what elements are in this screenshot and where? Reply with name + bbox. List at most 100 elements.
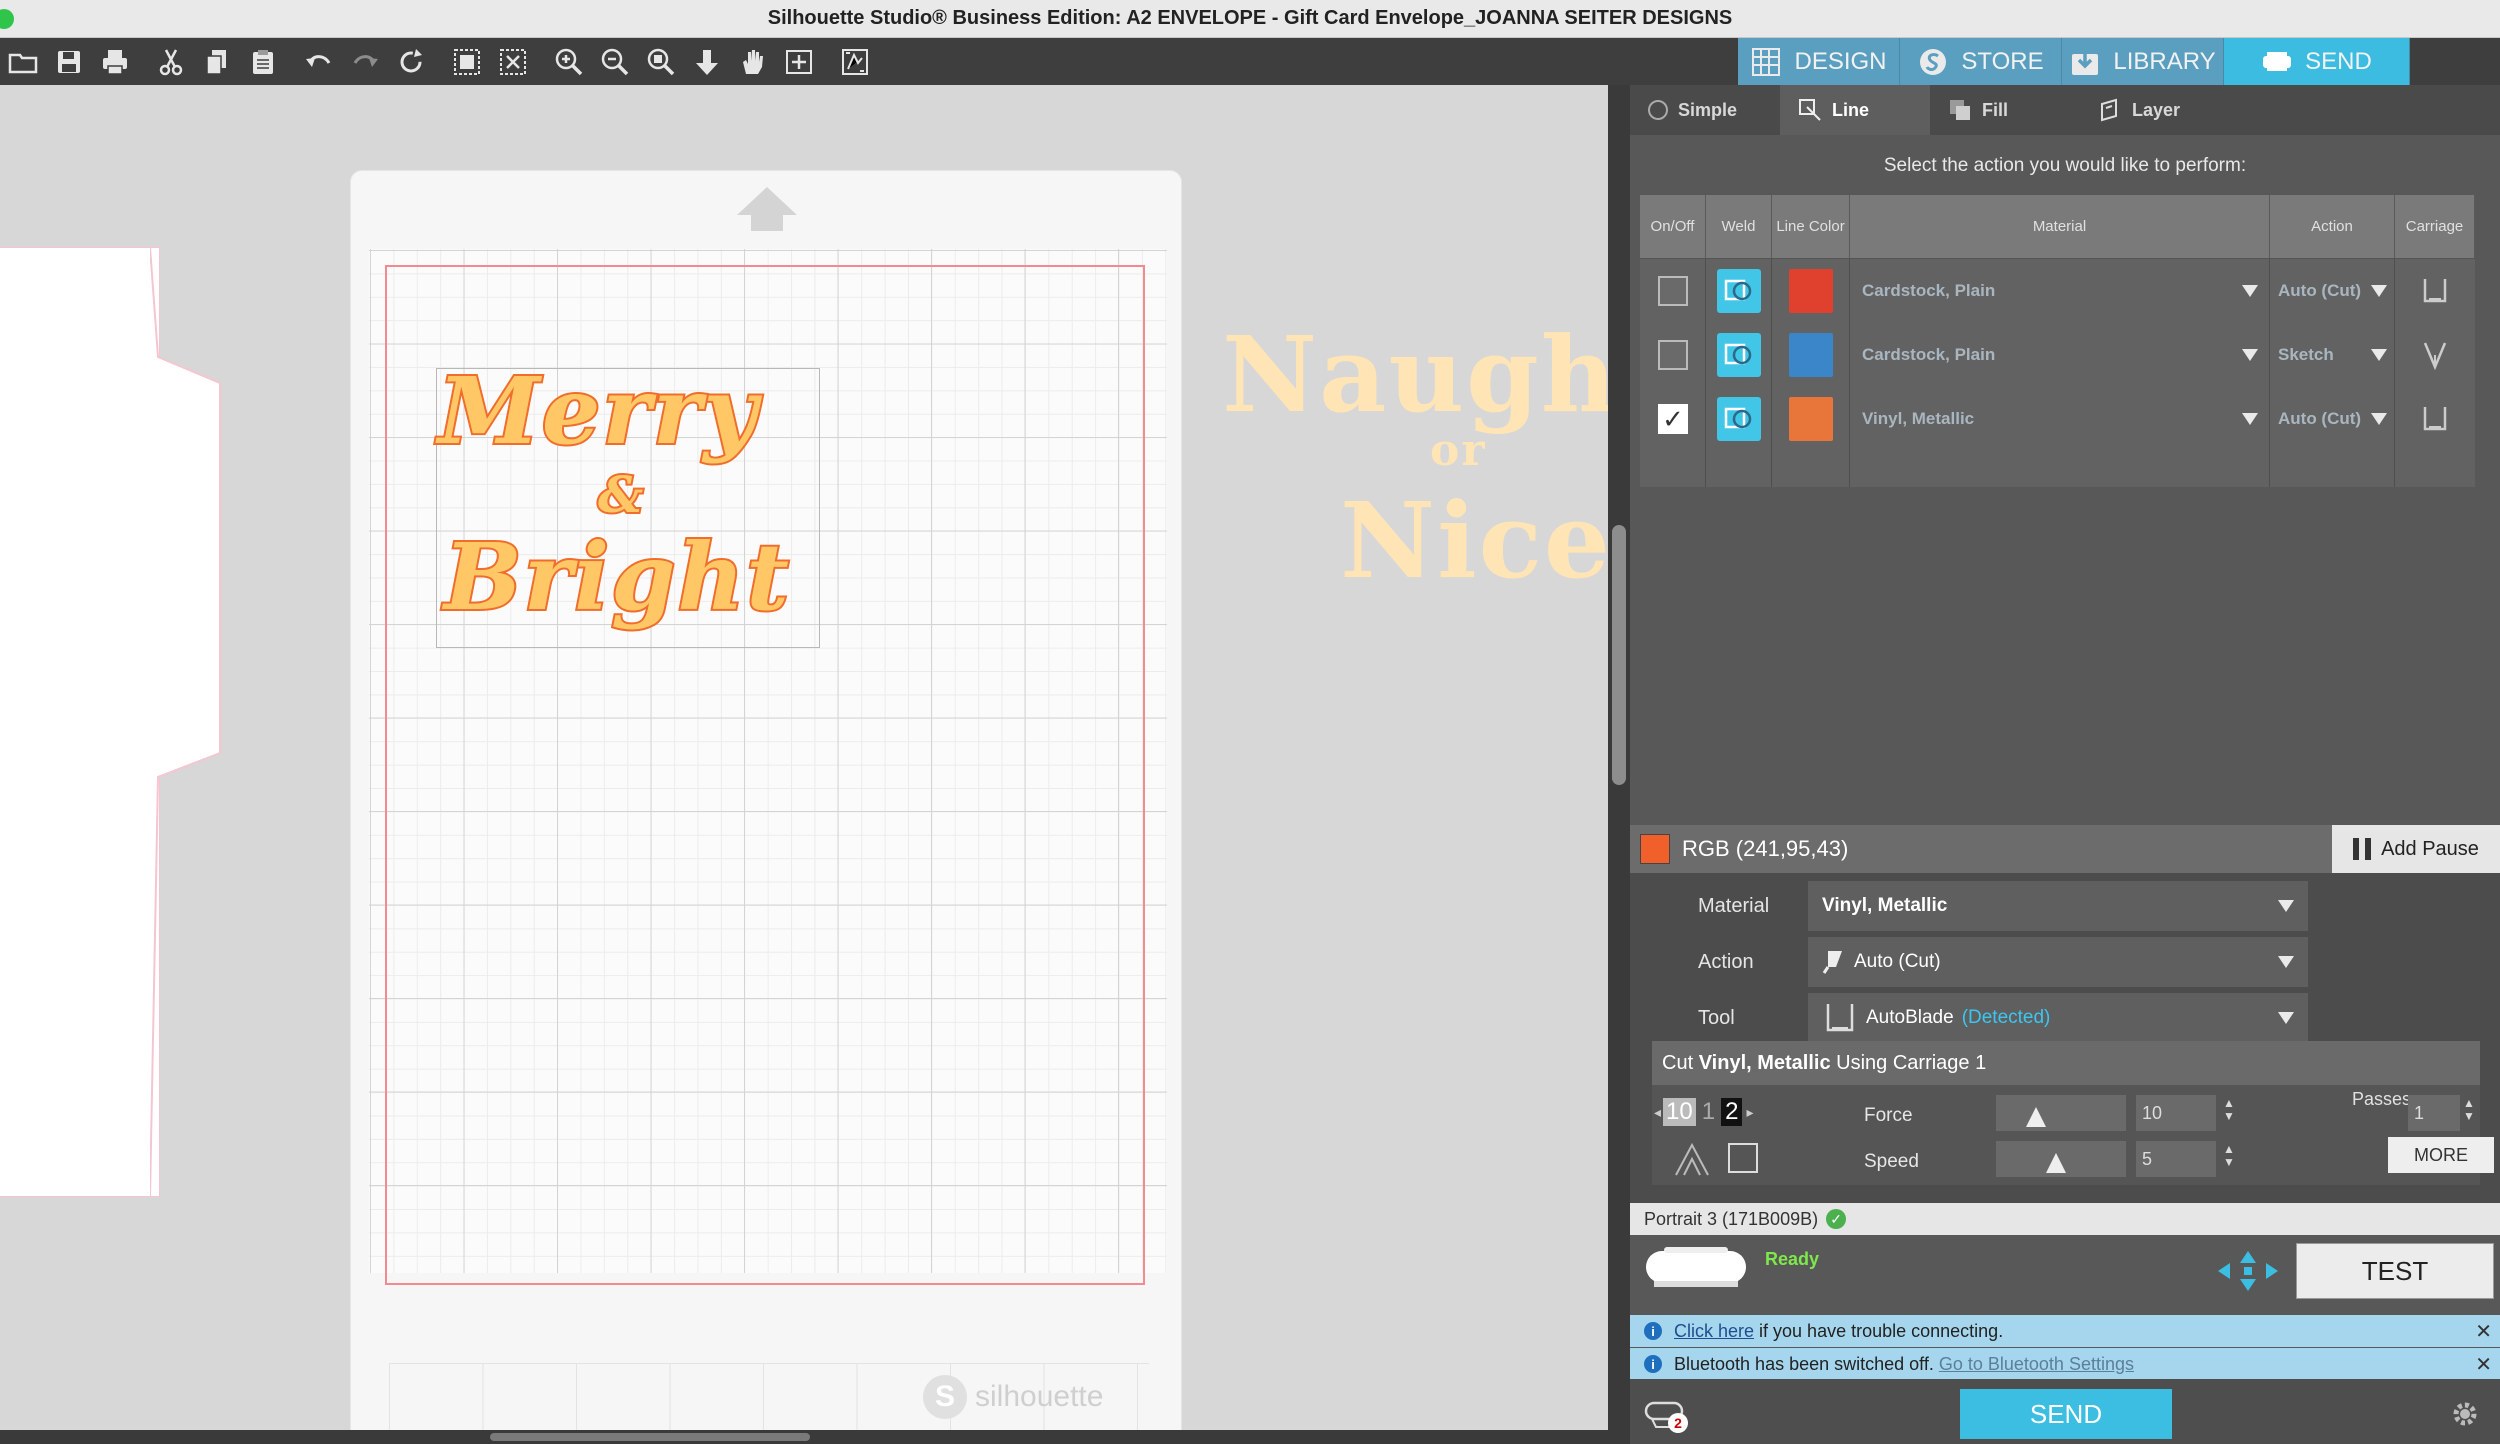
design-text-ampersand[interactable]: & [596,463,645,526]
double-cut-icon[interactable] [1672,1139,1712,1179]
info-icon: i [1644,1322,1662,1340]
send-mode-tabs: Simple Line Fill Layer [1630,85,2500,135]
job-queue-button[interactable]: 2 [1644,1393,1690,1433]
offmat-text-naughty[interactable]: Naughty [1222,313,1608,436]
action-value: Sketch [2278,345,2334,364]
material-select[interactable]: Cardstock, Plain [1850,259,2270,323]
window-title: Silhouette Studio® Business Edition: A2 … [767,7,1733,29]
col-carriage: Carriage [2395,195,2475,258]
force-slider-thumb[interactable] [2026,1107,2046,1127]
material-select[interactable]: Cardstock, Plain [1850,323,2270,387]
tool-dropdown[interactable]: AutoBlade (Detected) [1808,993,2308,1043]
row-enable-checkbox[interactable] [1658,276,1688,306]
action-label: Action [1698,950,1754,973]
zoom-in-icon[interactable] [546,38,592,85]
speed-label: Speed [1864,1151,1919,1172]
design-text-bright[interactable]: Bright [442,521,791,633]
speed-slider-thumb[interactable] [2046,1153,2066,1173]
double-cut-checkbox[interactable] [1728,1143,1758,1173]
device-name: Portrait 3 (171B009B) [1644,1208,1819,1229]
row-enable-checkbox[interactable] [1658,340,1688,370]
paste-icon[interactable] [240,38,286,85]
mat-brand-text: silhouette [975,1380,1104,1413]
tab-fill[interactable]: Fill [1930,85,2080,135]
pan-down-icon[interactable] [684,38,730,85]
action-value: Auto (Cut) [2278,409,2362,428]
tab-line[interactable]: Line [1780,85,1930,135]
send-button[interactable]: SEND [1960,1389,2172,1439]
ungroup-icon[interactable] [490,38,536,85]
force-label: Force [1864,1105,1913,1126]
tab-design[interactable]: DESIGN [1738,38,1900,85]
zoom-select-icon[interactable] [638,38,684,85]
row-enable-checkbox[interactable]: ✓ [1658,404,1688,434]
cut-heading-material: Vinyl, Metallic [1698,1051,1831,1074]
bluetooth-settings-link[interactable]: Go to Bluetooth Settings [1939,1354,2134,1374]
table-row[interactable]: ✓ Vinyl, Metallic Auto (Cut) [1640,387,2475,451]
save-icon[interactable] [46,38,92,85]
force-slider[interactable] [1996,1095,2126,1131]
send-panel: Simple Line Fill Layer Select the action… [1630,85,2500,1444]
canvas-vertical-scrollbar[interactable] [1608,85,1630,1444]
action-select[interactable]: Auto (Cut) [2270,387,2395,451]
copy-icon[interactable] [194,38,240,85]
tab-library[interactable]: LIBRARY [2062,38,2224,85]
close-icon[interactable]: ✕ [2475,1319,2492,1344]
close-icon[interactable]: ✕ [2475,1352,2492,1377]
weld-icon[interactable] [1717,333,1761,377]
cut-icon[interactable] [148,38,194,85]
print-icon[interactable] [92,38,138,85]
col-material: Material [1850,195,2270,258]
click-here-link[interactable]: Click here [1674,1321,1754,1341]
table-body: Cardstock, Plain Auto (Cut) Cardstock, P… [1640,259,2475,487]
design-canvas[interactable]: S silhouette Merry & Bright Naughty or N… [0,85,1608,1444]
move-arrows-icon[interactable] [2216,1249,2280,1293]
dropdown-arrow-icon [2371,349,2387,361]
open-icon[interactable] [0,38,46,85]
weld-icon[interactable] [1717,397,1761,441]
dropdown-arrow-icon [2278,1012,2294,1024]
redraw-icon[interactable] [388,38,434,85]
action-select[interactable]: Sketch [2270,323,2395,387]
device-selector[interactable]: Portrait 3 (171B009B) ✓ [1630,1203,2500,1235]
pan-hand-icon[interactable] [730,38,776,85]
blade-depth-stepper[interactable]: ◂ 10 1 2 ▸ [1654,1097,1753,1127]
speed-spinner[interactable]: ▲ ▼ [2222,1143,2236,1169]
device-status: Ready [1765,1249,1820,1269]
window-zoom-button[interactable] [0,9,14,29]
more-button[interactable]: MORE [2388,1137,2494,1173]
tab-send[interactable]: SEND [2224,38,2410,85]
info-trouble-connecting: i Click here if you have trouble connect… [1630,1315,2500,1347]
table-row[interactable]: Cardstock, Plain Sketch [1640,323,2475,387]
material-dropdown[interactable]: Vinyl, Metallic [1808,881,2308,931]
tab-store[interactable]: STORE [1900,38,2062,85]
force-spinner[interactable]: ▲ ▼ [2222,1097,2236,1123]
material-select[interactable]: Vinyl, Metallic [1850,387,2270,451]
speed-input[interactable]: 5 [2136,1141,2216,1177]
group-icon[interactable] [444,38,490,85]
dropdown-arrow-icon [2242,349,2258,361]
design-text-merry[interactable]: Merry [436,355,759,467]
passes-input[interactable]: 1 [2408,1095,2460,1131]
canvas-horizontal-scrollbar[interactable] [0,1430,1608,1444]
zoom-out-icon[interactable] [592,38,638,85]
connected-check-icon: ✓ [1826,1209,1847,1229]
tab-simple[interactable]: Simple [1630,85,1780,135]
tab-layer[interactable]: Layer [2080,85,2230,135]
action-dropdown[interactable]: Auto (Cut) [1808,937,2308,987]
action-select[interactable]: Auto (Cut) [2270,259,2395,323]
speed-slider[interactable] [1996,1141,2126,1177]
offmat-text-nice[interactable]: Nice [1340,479,1608,602]
pixscan-icon[interactable] [832,38,878,85]
offmat-text-or[interactable]: or [1430,425,1487,476]
force-input[interactable]: 10 [2136,1095,2216,1131]
weld-icon[interactable] [1717,269,1761,313]
table-row[interactable]: Cardstock, Plain Auto (Cut) [1640,259,2475,323]
add-pause-button[interactable]: Add Pause [2332,825,2500,873]
redo-icon[interactable] [342,38,388,85]
passes-spinner[interactable]: ▲ ▼ [2462,1097,2476,1123]
test-button[interactable]: TEST [2296,1243,2494,1299]
fit-page-icon[interactable] [776,38,822,85]
undo-icon[interactable] [296,38,342,85]
gear-icon[interactable] [2450,1399,2480,1429]
